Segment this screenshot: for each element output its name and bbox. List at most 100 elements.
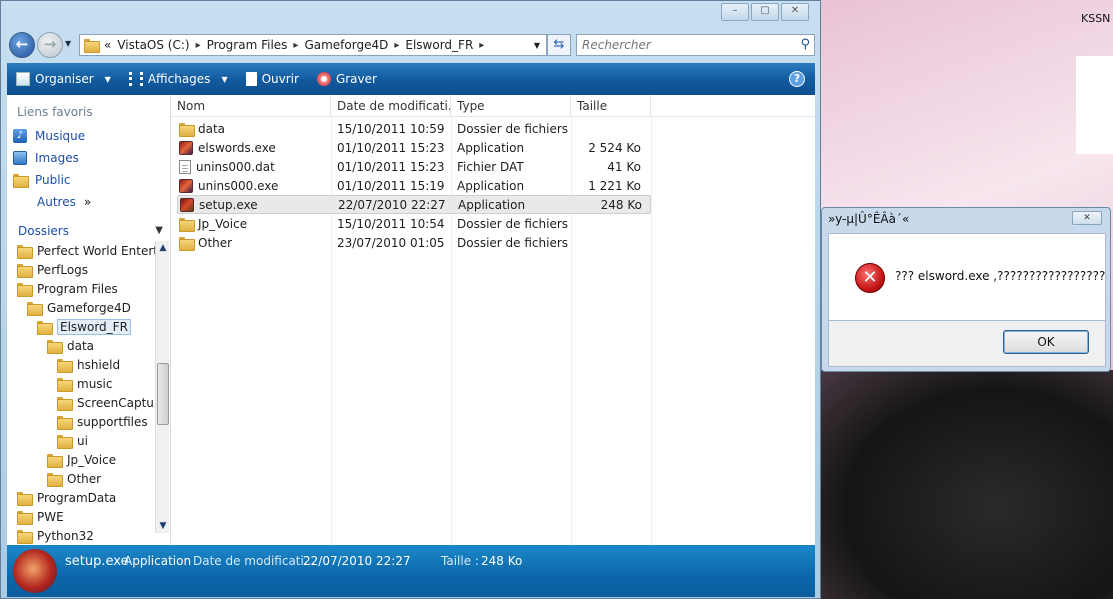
- tree-item-python32[interactable]: Python32: [17, 526, 94, 545]
- file-type: Application: [457, 178, 525, 193]
- file-date: 15/10/2011 10:59: [337, 121, 445, 136]
- favorite-public[interactable]: Public: [13, 173, 71, 188]
- help-icon[interactable]: ?: [789, 71, 805, 87]
- tree-item-jp-voice[interactable]: Jp_Voice: [47, 450, 116, 469]
- breadcrumb-elsword[interactable]: Elsword_FR: [405, 38, 473, 52]
- window-controls: – ▢ ✕: [721, 3, 809, 21]
- history-dropdown-icon[interactable]: ▼: [65, 39, 71, 48]
- folder-tree-scrollbar[interactable]: ▲ ▼: [155, 241, 169, 533]
- tree-item-pwe[interactable]: PWE: [17, 507, 64, 526]
- file-row-elswords-exe[interactable]: elswords.exe 01/10/2011 15:23 Applicatio…: [177, 138, 651, 157]
- close-button[interactable]: ✕: [781, 3, 809, 21]
- tree-label: Perfect World Enterta: [37, 243, 166, 258]
- favorite-images[interactable]: Images: [13, 151, 79, 165]
- scrollbar-thumb[interactable]: [157, 363, 169, 425]
- tree-item-gameforge4d[interactable]: Gameforge4D: [27, 298, 131, 317]
- tree-item-perfect-world[interactable]: Perfect World Enterta: [17, 241, 165, 260]
- file-row-jp-voice[interactable]: Jp_Voice 15/10/2011 10:54 Dossier de fic…: [177, 214, 651, 233]
- file-date: 01/10/2011 15:19: [337, 178, 445, 193]
- folder-icon: [57, 415, 73, 430]
- scroll-up-icon[interactable]: ▲: [156, 243, 170, 253]
- tree-item-hshield[interactable]: hshield: [57, 355, 120, 374]
- tree-label: ScreenCaptur: [77, 395, 159, 410]
- favorite-musique[interactable]: ♪ Musique: [13, 129, 85, 143]
- file-size: 2 524 Ko: [588, 140, 641, 155]
- file-thumbnail-icon: [13, 549, 57, 593]
- forward-button[interactable]: →: [37, 32, 63, 58]
- tree-item-music[interactable]: music: [57, 374, 112, 393]
- search-input[interactable]: [577, 35, 787, 55]
- file-row-other[interactable]: Other 23/07/2010 01:05 Dossier de fichie…: [177, 233, 651, 252]
- favorite-label: Musique: [35, 129, 86, 143]
- breadcrumb-arrow-icon[interactable]: ▸: [479, 40, 484, 51]
- file-size: 41 Ko: [607, 159, 641, 174]
- folder-icon: [17, 263, 33, 278]
- back-button[interactable]: ←: [9, 32, 35, 58]
- column-header-size[interactable]: Taille: [571, 95, 651, 117]
- tree-item-ui[interactable]: ui: [57, 431, 88, 450]
- search-icon[interactable]: ⚲: [800, 37, 810, 52]
- minimize-button[interactable]: –: [721, 3, 749, 21]
- details-size-value: 248 Ko: [481, 554, 523, 568]
- breadcrumb-gameforge[interactable]: Gameforge4D: [304, 38, 388, 52]
- tree-item-programdata[interactable]: ProgramData: [17, 488, 116, 507]
- address-row: ← → ▼ « VistaOS (C:) ▸ Program Files ▸ G…: [7, 29, 815, 61]
- address-prefix[interactable]: «: [104, 38, 111, 52]
- affichages-button[interactable]: Affichages ▼: [120, 63, 237, 95]
- tree-label: PWE: [37, 509, 64, 524]
- dialog-close-button[interactable]: ✕: [1072, 211, 1102, 225]
- chevron-down-icon: ▼: [155, 225, 163, 236]
- folders-label: Dossiers: [18, 224, 69, 238]
- close-icon: ✕: [1083, 213, 1091, 223]
- ok-button[interactable]: OK: [1003, 330, 1089, 354]
- tree-item-supportfiles[interactable]: supportfiles: [57, 412, 148, 431]
- ouvrir-button[interactable]: Ouvrir: [237, 63, 308, 95]
- organise-icon: [16, 72, 30, 86]
- burn-disc-icon: [316, 72, 331, 86]
- tree-item-screencapture[interactable]: ScreenCaptur: [57, 393, 159, 412]
- organiser-button[interactable]: Organiser ▼: [7, 63, 120, 95]
- tree-item-program-files[interactable]: Program Files: [17, 279, 118, 298]
- file-row-unins000-exe[interactable]: unins000.exe 01/10/2011 15:19 Applicatio…: [177, 176, 651, 195]
- file-row-setup-exe[interactable]: setup.exe 22/07/2010 22:27 Application 2…: [177, 195, 651, 214]
- tree-label: ui: [77, 433, 88, 448]
- breadcrumb-program-files[interactable]: Program Files: [207, 38, 288, 52]
- column-header-date[interactable]: Date de modificati...: [331, 95, 451, 117]
- organiser-label: Organiser: [35, 72, 94, 86]
- breadcrumb-arrow-icon[interactable]: ▸: [394, 40, 399, 51]
- scroll-down-icon[interactable]: ▼: [156, 521, 170, 531]
- tree-label: supportfiles: [77, 414, 148, 429]
- command-bar: Organiser ▼ Affichages ▼ Ouvrir Graver ?: [7, 63, 815, 95]
- file-row-data[interactable]: data 15/10/2011 10:59 Dossier de fichier…: [177, 119, 651, 138]
- file-row-unins000-dat[interactable]: unins000.dat 01/10/2011 15:23 Fichier DA…: [177, 157, 651, 176]
- graver-button[interactable]: Graver: [308, 63, 386, 95]
- file-date: 01/10/2011 15:23: [337, 159, 445, 174]
- tree-item-perflogs[interactable]: PerfLogs: [17, 260, 88, 279]
- folder-icon: [13, 174, 29, 188]
- breadcrumb-drive[interactable]: VistaOS (C:): [117, 38, 189, 52]
- tree-label: Other: [67, 471, 102, 486]
- column-header-name[interactable]: Nom: [171, 95, 331, 117]
- folder-icon: [57, 358, 73, 373]
- breadcrumb-arrow-icon[interactable]: ▸: [293, 40, 298, 51]
- tree-item-data[interactable]: data: [47, 336, 94, 355]
- affichages-label: Affichages: [147, 72, 211, 86]
- breadcrumb-arrow-icon[interactable]: ▸: [196, 40, 201, 51]
- views-icon: [128, 72, 143, 86]
- address-bar[interactable]: « VistaOS (C:) ▸ Program Files ▸ Gamefor…: [79, 34, 547, 56]
- folders-header[interactable]: Dossiers ▼: [7, 221, 170, 241]
- folder-icon: [17, 282, 33, 297]
- error-dialog: »y-µ|Û°ÊÂà´« ✕ ✕ ??? elsword.exe ,??????…: [821, 207, 1111, 372]
- dialog-body: ✕ ??? elsword.exe ,?????????????????: [828, 233, 1106, 321]
- file-date: 01/10/2011 15:23: [337, 140, 445, 155]
- favorite-autres[interactable]: Autres »: [37, 195, 91, 209]
- tree-item-elsword-fr[interactable]: Elsword_FR: [37, 317, 131, 336]
- file-name: Jp_Voice: [198, 216, 248, 231]
- column-header-type[interactable]: Type: [451, 95, 571, 117]
- maximize-button[interactable]: ▢: [751, 3, 779, 21]
- refresh-button[interactable]: ⇆: [547, 34, 571, 56]
- address-dropdown-icon[interactable]: ▼: [534, 41, 540, 50]
- tree-label: hshield: [77, 357, 121, 372]
- search-box[interactable]: ⚲: [576, 34, 815, 56]
- tree-item-other[interactable]: Other: [47, 469, 101, 488]
